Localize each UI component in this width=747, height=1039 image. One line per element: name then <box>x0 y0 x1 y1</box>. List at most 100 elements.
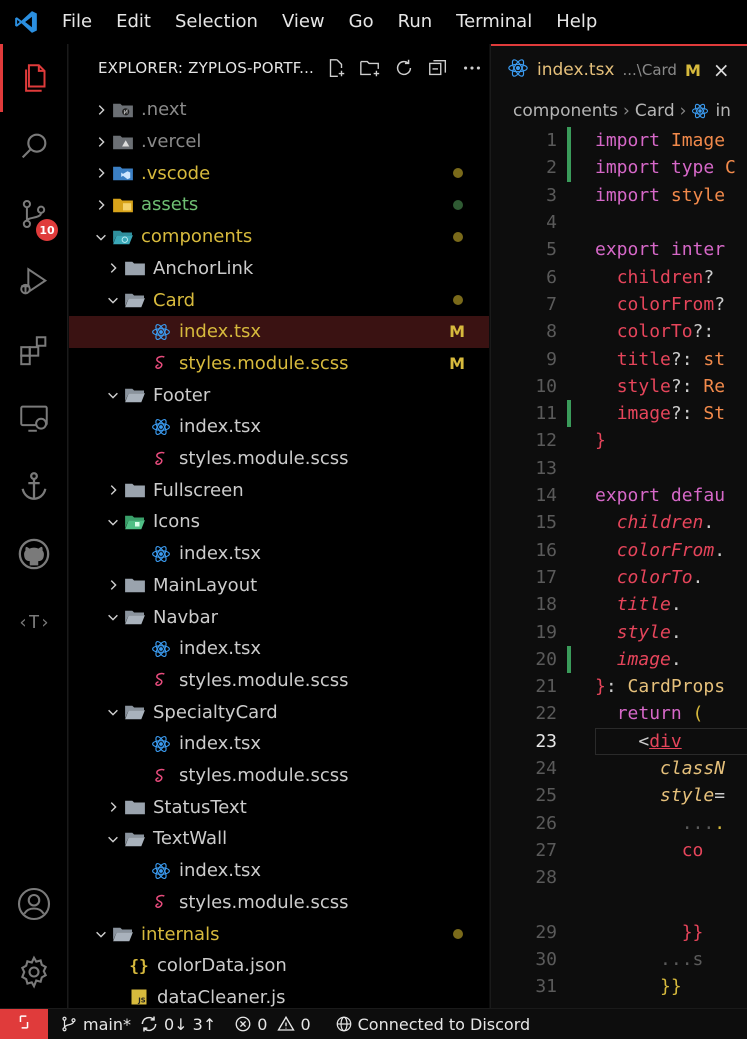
run-debug-icon[interactable] <box>0 248 68 316</box>
sync-status[interactable]: 0↓ 3↑ <box>139 1014 216 1034</box>
tree-folder-row[interactable]: SpecialtyCard <box>69 696 489 728</box>
code-line[interactable]: 31 }} <box>491 973 747 1000</box>
problems-status[interactable]: 0 0 <box>234 1015 311 1034</box>
tab-index-tsx[interactable]: index.tsx ...\Card M × <box>491 44 747 94</box>
code-line[interactable]: 20 image. <box>491 645 747 673</box>
source-control-icon[interactable]: 10 <box>0 180 68 248</box>
tree-folder-row[interactable]: Fullscreen <box>69 474 489 506</box>
code-line[interactable]: 8 colorTo?: <box>491 318 747 345</box>
chevron-right-icon[interactable] <box>103 800 123 814</box>
tree-folder-row[interactable]: .next <box>69 94 489 126</box>
chevron-right-icon[interactable] <box>103 578 123 592</box>
code-line[interactable]: 19 style. <box>491 618 747 645</box>
menu-terminal[interactable]: Terminal <box>444 0 544 44</box>
account-icon[interactable] <box>0 870 68 938</box>
code-editor[interactable]: 1 import Image 2 import type C 3 import style… <box>491 127 747 1008</box>
tree-file-row[interactable]: index.tsx <box>69 538 489 570</box>
code-line[interactable]: 22 return ( <box>491 700 747 727</box>
breadcrumb-item[interactable]: components <box>513 101 618 121</box>
menu-run[interactable]: Run <box>386 0 445 44</box>
collapse-all-icon[interactable] <box>421 52 455 84</box>
code-line[interactable]: 28 <box>491 864 747 891</box>
tag-icon[interactable]: ‹T› <box>0 588 68 656</box>
github-icon[interactable] <box>0 520 68 588</box>
refresh-icon[interactable] <box>387 52 421 84</box>
tree-file-row[interactable]: styles.module.scss <box>69 760 489 792</box>
menu-edit[interactable]: Edit <box>104 0 163 44</box>
chevron-down-icon[interactable] <box>103 293 123 307</box>
code-line[interactable]: 25 style= <box>491 782 747 809</box>
code-line[interactable]: 1 import Image <box>491 127 747 155</box>
code-line[interactable]: 4 <box>491 209 747 236</box>
explorer-icon[interactable] <box>0 44 68 112</box>
tree-file-row[interactable]: index.tsx <box>69 728 489 760</box>
search-icon[interactable] <box>0 112 68 180</box>
menu-selection[interactable]: Selection <box>163 0 270 44</box>
breadcrumb-item[interactable]: in <box>715 101 731 121</box>
discord-status[interactable]: Connected to Discord <box>335 1015 530 1034</box>
chevron-right-icon[interactable] <box>91 166 111 180</box>
menu-file[interactable]: File <box>52 0 104 44</box>
chevron-right-icon[interactable] <box>91 103 111 117</box>
tree-folder-row[interactable]: components <box>69 221 489 253</box>
code-line[interactable]: 21}: CardProps <box>491 673 747 700</box>
chevron-down-icon[interactable] <box>103 515 123 529</box>
code-line[interactable]: 12} <box>491 427 747 454</box>
menu-go[interactable]: Go <box>337 0 386 44</box>
code-line[interactable]: 6 children? <box>491 264 747 291</box>
tree-folder-row[interactable]: AnchorLink <box>69 253 489 285</box>
code-line[interactable]: 10 style?: Re <box>491 373 747 400</box>
code-line[interactable]: 24 classN <box>491 755 747 782</box>
chevron-down-icon[interactable] <box>91 927 111 941</box>
remote-indicator[interactable] <box>0 1008 48 1039</box>
tree-file-row[interactable]: index.tsx <box>69 411 489 443</box>
tree-folder-row[interactable]: .vscode <box>69 157 489 189</box>
chevron-right-icon[interactable] <box>103 483 123 497</box>
tree-folder-row[interactable]: TextWall <box>69 823 489 855</box>
tree-folder-row[interactable]: Icons <box>69 506 489 538</box>
new-file-icon[interactable] <box>319 52 353 84</box>
remote-explorer-icon[interactable] <box>0 384 68 452</box>
tree-file-row[interactable]: index.tsx <box>69 633 489 665</box>
tree-folder-row[interactable]: StatusText <box>69 791 489 823</box>
close-icon[interactable]: × <box>713 58 730 82</box>
code-line[interactable]: 14 export defau <box>491 482 747 509</box>
code-line[interactable]: 16 colorFrom. <box>491 537 747 564</box>
tree-file-row[interactable]: styles.module.scss <box>69 665 489 697</box>
tree-folder-row[interactable]: Navbar <box>69 601 489 633</box>
code-line[interactable]: 29 }} <box>491 919 747 946</box>
menu-view[interactable]: View <box>270 0 337 44</box>
more-icon[interactable] <box>455 52 489 84</box>
tree-file-row[interactable]: index.tsx <box>69 855 489 887</box>
anchor-icon[interactable] <box>0 452 68 520</box>
code-line[interactable]: 2 import type C <box>491 154 747 182</box>
tree-file-row[interactable]: styles.module.scss <box>69 887 489 919</box>
code-line[interactable]: 26 .... <box>491 810 747 837</box>
code-line[interactable]: 13 <box>491 455 747 482</box>
chevron-right-icon[interactable] <box>91 135 111 149</box>
chevron-down-icon[interactable] <box>103 832 123 846</box>
chevron-right-icon[interactable] <box>103 261 123 275</box>
tree-folder-row[interactable]: MainLayout <box>69 570 489 602</box>
code-line[interactable]: 9 title?: st <box>491 345 747 372</box>
code-line[interactable]: 27 co <box>491 837 747 864</box>
code-line[interactable]: 3 import style <box>491 182 747 209</box>
settings-gear-icon[interactable] <box>0 938 68 1006</box>
code-line[interactable]: 23 <div <box>491 728 747 755</box>
breadcrumb-item[interactable]: Card <box>635 101 675 121</box>
tree-file-row[interactable]: styles.module.scss M <box>69 348 489 380</box>
chevron-down-icon[interactable] <box>103 388 123 402</box>
code-line[interactable]: 7 colorFrom? <box>491 291 747 318</box>
tree-folder-row[interactable]: .vercel <box>69 126 489 158</box>
tree-file-row[interactable]: JS dataCleaner.js <box>69 982 489 1008</box>
extensions-icon[interactable] <box>0 316 68 384</box>
code-line[interactable]: 17 colorTo. <box>491 564 747 591</box>
code-line[interactable]: 15 children. <box>491 509 747 536</box>
menu-help[interactable]: Help <box>544 0 609 44</box>
tree-folder-row[interactable]: Card <box>69 284 489 316</box>
code-line[interactable]: 5 export inter <box>491 236 747 263</box>
code-line[interactable]: 30 ...s <box>491 946 747 973</box>
branch-status[interactable]: main* <box>60 1015 131 1034</box>
new-folder-icon[interactable] <box>353 52 387 84</box>
code-line[interactable] <box>491 891 747 918</box>
